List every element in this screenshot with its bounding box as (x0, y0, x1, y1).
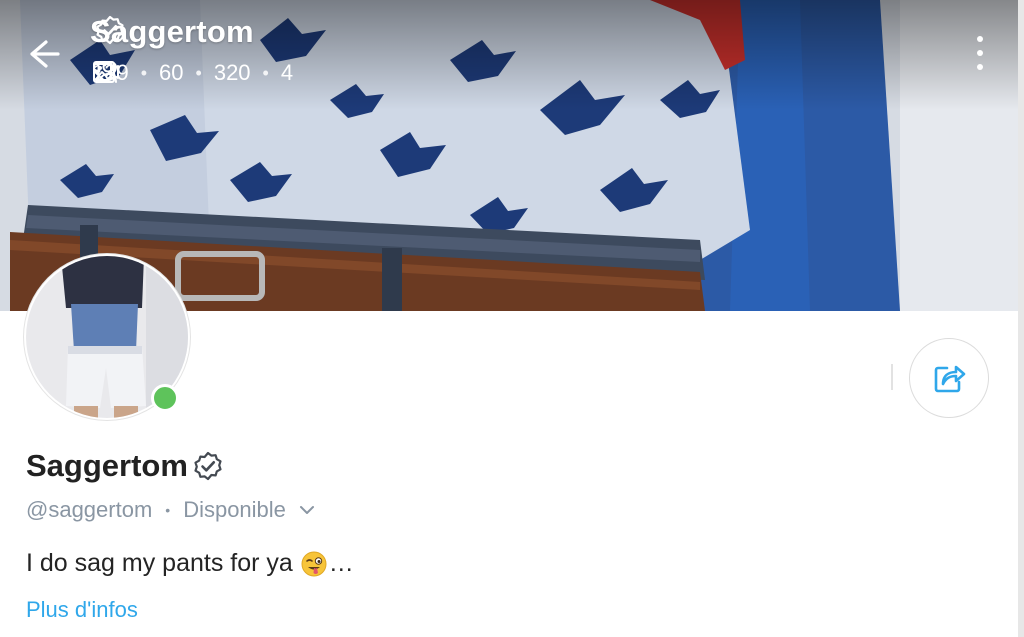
profile-bio: I do sag my pants for ya … (26, 549, 354, 578)
display-name: Saggertom (26, 448, 188, 483)
online-status-indicator (151, 384, 179, 412)
stat-videos[interactable]: 60 (93, 60, 184, 86)
verified-badge-icon (96, 15, 124, 45)
header-stats: 139 • 60 • 320 • 4 (92, 60, 293, 86)
stat-videos-count: 60 (159, 60, 184, 85)
winking-tongue-emoji (301, 551, 327, 576)
stat-fans[interactable]: 4 (93, 60, 294, 86)
stat-fans-count: 4 (280, 60, 294, 85)
stat-separator: • (195, 62, 202, 83)
availability-status: Disponible (183, 497, 286, 522)
profile-screen: Saggertom 139 • 60 • 320 • 4 Saggertom @… (0, 0, 1024, 637)
handle-separator: • (165, 502, 171, 518)
header-title: Saggertom (90, 14, 254, 50)
stat-likes[interactable]: 320 (93, 60, 251, 86)
stat-separator: • (140, 62, 148, 83)
cover-image: Saggertom 139 • 60 • 320 • 4 (0, 0, 1018, 311)
username-handle: @saggertom (26, 497, 153, 522)
more-info-link[interactable]: Plus d'infos (26, 597, 138, 623)
more-vertical-icon (977, 36, 983, 42)
share-icon (934, 365, 966, 393)
stat-separator: • (262, 62, 269, 83)
profile-name: Saggertom (26, 448, 224, 484)
availability-status-dropdown[interactable]: Disponible (183, 497, 316, 523)
arrow-left-icon (30, 40, 60, 68)
more-options-button[interactable] (968, 36, 992, 70)
verified-badge-icon (194, 451, 222, 481)
bio-ellipsis: … (328, 549, 354, 577)
divider (891, 364, 893, 390)
back-button[interactable] (24, 34, 64, 74)
stat-likes-count: 320 (213, 60, 251, 85)
chevron-down-icon (299, 506, 314, 514)
user-heart-icon (93, 61, 117, 83)
handle-row: @saggertom • Disponible (26, 497, 316, 523)
share-button[interactable] (909, 338, 989, 418)
bio-text: I do sag my pants for ya (26, 549, 293, 577)
